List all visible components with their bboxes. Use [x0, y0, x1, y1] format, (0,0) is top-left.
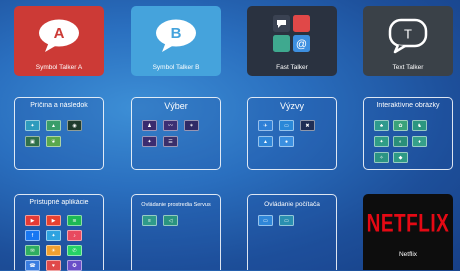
computer-icon: ▭: [279, 215, 294, 226]
folder-title: Výzvy: [279, 101, 304, 111]
folder-item-icon: ●: [279, 136, 294, 147]
folder-item-icon: ✶: [184, 120, 199, 131]
text-talker-label: Text Talker: [392, 64, 424, 71]
text-talker-letter: T: [404, 27, 412, 42]
folder-item-icon: ≡: [142, 215, 157, 226]
folder-item-icon: ♞: [412, 120, 427, 131]
folder-title: Príčina a následok: [30, 102, 88, 109]
folder-item-icon: ▭: [279, 120, 294, 131]
app-icon: ☀: [46, 245, 61, 256]
folder-title: Prístupné aplikácie: [29, 199, 89, 206]
netflix-logo: NETFLIX: [366, 210, 450, 238]
app-icon: ✦: [46, 230, 61, 241]
netflix-tile[interactable]: NETFLIX Netflix: [363, 194, 453, 270]
folder-item-icon: ✿: [393, 120, 408, 131]
facebook-icon: f: [25, 230, 40, 241]
folder-title: Výber: [164, 101, 188, 111]
symbol-talker-a-tile[interactable]: A Symbol Talker A: [14, 6, 104, 76]
computer-icon: ▭: [258, 215, 273, 226]
youtube-icon: ▶: [25, 215, 40, 226]
app-icon: ✉: [25, 245, 40, 256]
folder-item-icon: ✈: [258, 120, 273, 131]
spotify-icon: ≋: [67, 215, 82, 226]
youtube-kids-icon: ▶: [46, 215, 61, 226]
symbol-talker-b-label: Symbol Talker B: [152, 64, 200, 71]
folder-item-icon: ▣: [25, 136, 40, 147]
text-talker-tile[interactable]: T Text Talker: [363, 6, 453, 76]
symbol-talker-a-label: Symbol Talker A: [35, 64, 83, 71]
app-icon: ♥: [46, 260, 61, 271]
symbol-a-letter: A: [54, 25, 65, 42]
app-icon: ☎: [25, 260, 40, 271]
folder-item-icon: ✦: [142, 136, 157, 147]
folder-item-icon: ☰: [163, 136, 178, 147]
netflix-label: Netflix: [398, 251, 418, 258]
folder-item-icon: ▲: [258, 136, 273, 147]
folder-ovladanie-prostredia-servus[interactable]: Ovládanie prostredia Servus ≡ ◁: [131, 194, 221, 270]
folder-item-icon: ◉: [67, 120, 82, 131]
folder-item-icon: ▲: [46, 120, 61, 131]
folder-item-icon: ♦: [412, 136, 427, 147]
folder-title: Interaktívne obrázky: [376, 102, 440, 109]
app-icon: ✪: [67, 260, 82, 271]
folder-interaktivne-obrazky[interactable]: Interaktívne obrázky ♣ ✿ ♞ ✦ ◐ ♦ ✧ ◆: [363, 97, 453, 170]
folder-title: Ovládanie prostredia Servus: [141, 202, 211, 208]
fast-talker-tile[interactable]: @ Fast Talker: [247, 6, 337, 76]
whatsapp-icon: ✆: [67, 245, 82, 256]
folder-pricina-a-nasledok[interactable]: Príčina a následok ✦ ▲ ◉ ▣ ❦: [14, 97, 104, 170]
fast-talker-label: Fast Talker: [276, 64, 308, 71]
text-bubble-icon: T: [388, 18, 428, 54]
folder-item-icon: ✦: [374, 136, 389, 147]
folder-item-icon: ♣: [374, 120, 389, 131]
folder-item-icon: ◆: [393, 152, 408, 163]
folder-title: Ovládanie počítača: [264, 201, 320, 208]
folder-vyber[interactable]: Výber ♟ 〰 ✶ ✦ ☰: [131, 97, 221, 170]
folder-item-icon: ♟: [142, 120, 157, 131]
folder-item-icon: ✦: [25, 120, 40, 131]
svg-text:@: @: [296, 39, 307, 51]
speech-bubble-icon: B: [156, 19, 196, 52]
folder-item-icon: ✖: [300, 120, 315, 131]
folder-pristupne-aplikacie[interactable]: Prístupné aplikácie ▶ ▶ ≋ f ✦ ♪ ✉ ☀ ✆ ☎ …: [14, 194, 104, 271]
folder-item-icon: 〰: [163, 120, 178, 131]
folder-vyzvy[interactable]: Výzvy ✈ ▭ ✖ ▲ ●: [247, 97, 337, 170]
speech-bubble-icon: A: [39, 19, 79, 52]
folder-item-icon: ◁: [163, 215, 178, 226]
folder-item-icon: ✧: [374, 152, 389, 163]
folder-item-icon: ◐: [393, 136, 408, 147]
folder-item-icon: ❦: [46, 136, 61, 147]
symbol-b-letter: B: [171, 25, 182, 42]
folder-ovladanie-pocitaca[interactable]: Ovládanie počítača ▭ ▭: [247, 194, 337, 270]
app-icon: ♪: [67, 230, 82, 241]
fast-talker-grid-icon: @: [273, 15, 310, 52]
symbol-talker-b-tile[interactable]: B Symbol Talker B: [131, 6, 221, 76]
